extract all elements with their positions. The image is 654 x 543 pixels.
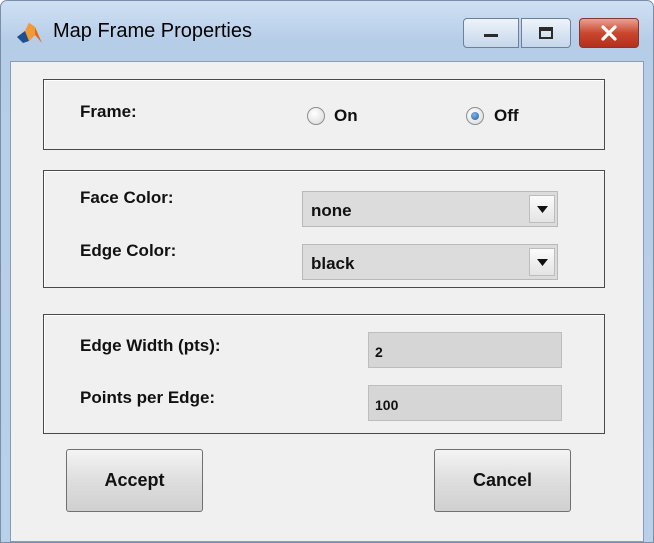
edge-width-value: 2	[375, 344, 383, 360]
accept-button[interactable]: Accept	[66, 449, 203, 512]
face-color-value: none	[311, 201, 352, 220]
edge-color-select[interactable]: black	[302, 244, 558, 280]
chevron-down-icon	[537, 206, 548, 213]
frame-label: Frame:	[80, 102, 137, 121]
frame-on-radio[interactable]	[307, 107, 325, 125]
chevron-down-icon	[537, 259, 548, 266]
dialog-window: Map Frame Properties Frame: On Off Face …	[0, 0, 654, 543]
edge-color-value: black	[311, 254, 355, 273]
minimize-icon	[484, 34, 498, 37]
face-color-label: Face Color:	[80, 188, 174, 207]
maximize-button[interactable]	[521, 18, 571, 48]
title-bar[interactable]: Map Frame Properties	[1, 1, 653, 61]
close-button[interactable]	[579, 18, 639, 48]
matlab-logo-icon	[15, 21, 43, 47]
close-icon	[601, 25, 617, 41]
window-title: Map Frame Properties	[53, 20, 252, 42]
cancel-button[interactable]: Cancel	[434, 449, 571, 512]
dialog-content: Frame: On Off Face Color: none Edge Colo…	[10, 61, 644, 542]
frame-off-radio[interactable]	[466, 107, 484, 125]
minimize-button[interactable]	[463, 18, 519, 48]
edge-width-field[interactable]: 2	[368, 332, 562, 368]
edge-panel: Edge Width (pts): 2 Points per Edge: 100	[43, 314, 605, 434]
edge-width-label: Edge Width (pts):	[80, 336, 221, 355]
points-per-edge-value: 100	[375, 397, 399, 413]
color-panel: Face Color: none Edge Color: black	[43, 170, 605, 288]
frame-panel: Frame: On Off	[43, 79, 605, 150]
face-color-select[interactable]: none	[302, 191, 558, 227]
points-per-edge-field[interactable]: 100	[368, 385, 562, 421]
edge-color-dropdown-button[interactable]	[529, 248, 555, 276]
edge-color-label: Edge Color:	[80, 241, 177, 260]
points-per-edge-label: Points per Edge:	[80, 388, 216, 407]
face-color-dropdown-button[interactable]	[529, 195, 555, 223]
frame-off-label[interactable]: Off	[494, 106, 519, 126]
frame-on-label[interactable]: On	[334, 106, 358, 126]
maximize-icon	[539, 27, 553, 39]
